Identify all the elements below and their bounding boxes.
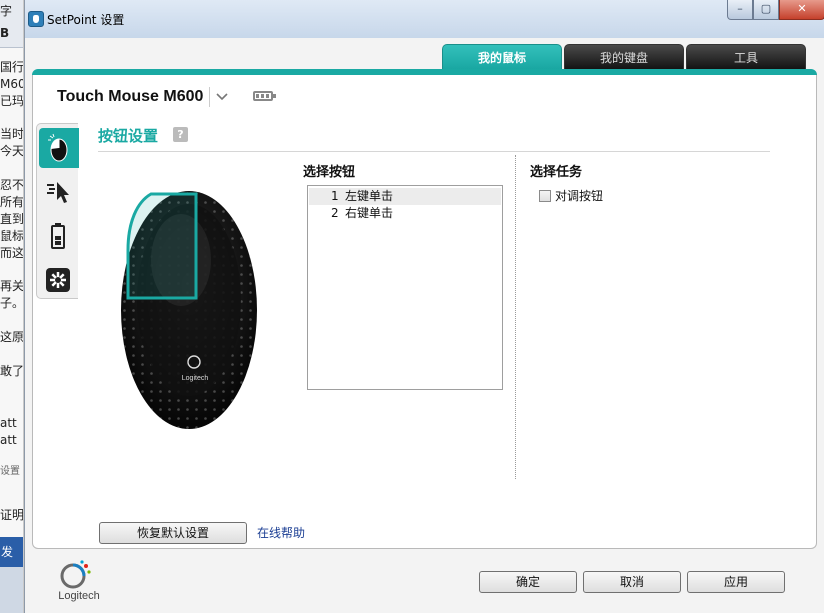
background-text: 所有 <box>0 195 24 209</box>
cancel-button[interactable]: 取消 <box>583 571 681 593</box>
ok-button[interactable]: 确定 <box>479 571 577 593</box>
background-text: 设置 <box>0 466 20 477</box>
setpoint-window: SetPoint 设置 – ▢ ✕ 我的鼠标 我的键盘 工具 Touch Mou… <box>24 0 824 613</box>
apply-button[interactable]: 应用 <box>687 571 785 593</box>
settings-gear-icon[interactable] <box>40 260 76 300</box>
list-item-right-click[interactable]: 2 右键单击 <box>309 205 501 222</box>
background-text: 证明 <box>0 508 24 522</box>
logo-text: Logitech <box>58 590 100 602</box>
button-list[interactable]: 1 左键单击 2 右键单击 <box>307 185 503 390</box>
tab-my-keyboard[interactable]: 我的键盘 <box>564 44 684 70</box>
battery-icon <box>253 91 276 101</box>
section-title: 按钮设置 <box>98 127 159 145</box>
tab-my-mouse[interactable]: 我的鼠标 <box>442 44 562 70</box>
online-help-link[interactable]: 在线帮助 <box>257 524 305 541</box>
select-button-title: 选择按钮 <box>303 165 356 180</box>
close-button[interactable]: ✕ <box>779 0 824 20</box>
maximize-button[interactable]: ▢ <box>753 0 779 20</box>
background-text: 国行 <box>0 60 24 74</box>
content-panel: Touch Mouse M600 按钮设置 ? Logitech 选择按钮 1 … <box>32 75 817 549</box>
side-tabs <box>36 123 79 300</box>
title-bar[interactable]: SetPoint 设置 – ▢ ✕ <box>25 0 824 38</box>
background-text: att <box>0 416 17 430</box>
background-text: 再关 <box>0 279 24 293</box>
background-text: att <box>0 433 17 447</box>
background-text: 鼠标 <box>0 229 24 243</box>
mouse-brand-text: Logitech <box>182 375 209 382</box>
background-text: 字 <box>0 4 13 18</box>
mouse-image: Logitech <box>121 191 257 429</box>
list-item-left-click[interactable]: 1 左键单击 <box>309 188 501 205</box>
background-text: 这原 <box>0 330 24 344</box>
battery-status-icon[interactable] <box>40 216 76 256</box>
background-text: 当时 <box>0 127 24 141</box>
checkbox[interactable] <box>539 189 551 202</box>
select-task-title: 选择任务 <box>530 165 583 180</box>
background-text: 子。 <box>0 296 24 310</box>
caption-buttons: – ▢ ✕ <box>727 0 824 22</box>
background-text: M60 <box>0 77 24 91</box>
background-text: B <box>0 26 10 40</box>
swap-buttons-checkbox[interactable]: 对调按钮 <box>539 187 603 204</box>
background-text: 敢了 <box>0 364 24 378</box>
background-text: 已玛 <box>0 94 24 108</box>
minimize-button[interactable]: – <box>727 0 753 20</box>
logitech-logo: Logitech <box>49 558 109 608</box>
window-title: SetPoint 设置 <box>47 13 125 27</box>
background-button: 发表 <box>0 537 23 589</box>
chevron-down-icon[interactable] <box>209 87 233 107</box>
column-divider <box>515 155 516 479</box>
help-icon[interactable]: ? <box>173 127 188 142</box>
setpoint-app-icon <box>28 11 44 27</box>
mouse-buttons-icon[interactable] <box>39 128 79 168</box>
pointer-speed-icon[interactable] <box>40 172 76 212</box>
restore-default-button[interactable]: 恢复默认设置 <box>99 522 247 544</box>
background-text: 而这 <box>0 246 24 260</box>
background-text: 直到 <box>0 212 24 226</box>
background-text: 忍不 <box>0 178 24 192</box>
background-window: 字 B 国行 M60 已玛 当时 今天 忍不 所有 直到 鼠标 而这 再关 子。… <box>0 0 24 613</box>
checkbox-label: 对调按钮 <box>555 189 604 203</box>
device-name: Touch Mouse M600 <box>57 88 204 105</box>
background-text: 今天 <box>0 144 24 158</box>
top-tabs: 我的鼠标 我的键盘 工具 <box>442 44 806 70</box>
logitech-logo-icon <box>60 560 91 589</box>
background-taskbar <box>0 567 23 613</box>
section-divider <box>98 151 770 152</box>
tab-tools[interactable]: 工具 <box>686 44 806 70</box>
mouse-illustration: Logitech <box>111 180 271 440</box>
